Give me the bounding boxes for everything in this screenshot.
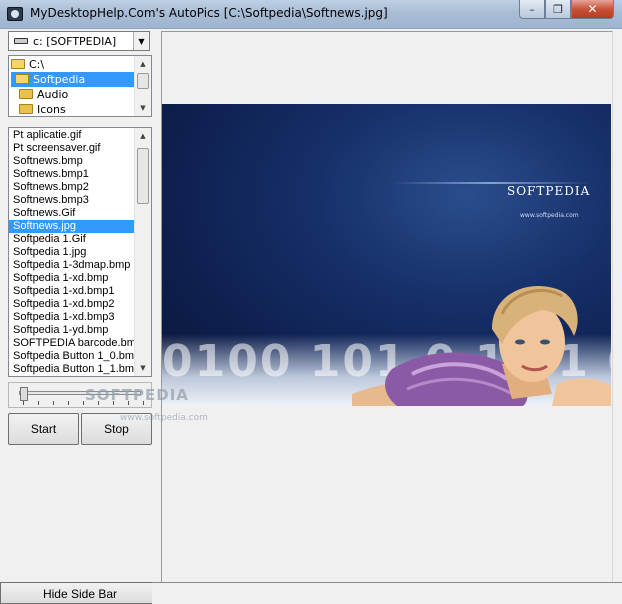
file-list-item[interactable]: Softpedia 1-3dmap.bmp — [9, 259, 134, 272]
file-list-item[interactable]: Softnews.bmp2 — [9, 181, 134, 194]
scroll-thumb[interactable] — [137, 73, 149, 89]
start-button[interactable]: Start — [8, 413, 79, 445]
file-list-item[interactable]: Softnews.bmp1 — [9, 168, 134, 181]
scroll-down-icon[interactable]: ▼ — [135, 100, 151, 116]
folder-icon — [19, 89, 33, 99]
slider-tick — [53, 401, 54, 405]
minimize-button[interactable]: – — [519, 0, 545, 19]
folder-icon — [19, 104, 33, 114]
softpedia-watermark-url: www.softpedia.com — [120, 413, 208, 423]
slider-tick — [23, 401, 24, 405]
window-controls: – ❐ ✕ — [519, 0, 614, 19]
scroll-up-icon[interactable]: ▲ — [135, 128, 151, 144]
wallpaper-preview: SOFTPEDIA www.softpedia.com 0100 101 0 1… — [162, 104, 611, 406]
directory-list[interactable]: C:\ Softpedia Audio Icons ▲ ▼ — [8, 55, 152, 117]
directory-label: Softpedia — [33, 73, 86, 86]
drive-icon — [14, 38, 28, 44]
file-list-item[interactable]: Softnews.bmp3 — [9, 194, 134, 207]
file-list-item[interactable]: Softpedia 1-xd.bmp1 — [9, 285, 134, 298]
preview-url: www.softpedia.com — [520, 212, 579, 219]
close-button[interactable]: ✕ — [571, 0, 614, 19]
chevron-down-icon[interactable]: ▼ — [133, 32, 149, 50]
file-list-item[interactable]: Softpedia 1-yd.bmp — [9, 324, 134, 337]
window-title: MyDesktopHelp.Com's AutoPics [C:\Softped… — [30, 6, 388, 20]
drive-label: c: [SOFTPEDIA] — [33, 35, 117, 48]
scroll-thumb[interactable] — [137, 148, 149, 204]
file-list-item[interactable]: Softpedia Button 1_1.bmp — [9, 363, 134, 376]
directory-label: C:\ — [29, 58, 45, 71]
file-scrollbar[interactable]: ▲ ▼ — [134, 128, 151, 376]
camera-app-icon[interactable] — [7, 7, 23, 21]
directory-item-icons[interactable]: Icons — [19, 102, 70, 116]
directory-item-audio[interactable]: Audio — [19, 87, 72, 102]
slider-thumb[interactable] — [20, 387, 28, 401]
file-list-item[interactable]: Softnews.Gif — [9, 207, 134, 220]
file-list-item[interactable]: Softpedia 1.jpg — [9, 246, 134, 259]
slider-tick — [68, 401, 69, 405]
file-list-item[interactable]: Softnews.bmp — [9, 155, 134, 168]
status-strip — [152, 582, 622, 604]
slider-tick — [83, 401, 84, 405]
slider-tick — [38, 401, 39, 405]
directory-label: Audio — [37, 88, 69, 101]
file-list-item[interactable]: Softpedia 1-xd.bmp2 — [9, 298, 134, 311]
portrait-illustration — [352, 285, 611, 406]
file-list-item[interactable]: SOFTPEDIA barcode.bmp — [9, 337, 134, 350]
directory-scrollbar[interactable]: ▲ ▼ — [134, 56, 151, 116]
title-bar[interactable]: MyDesktopHelp.Com's AutoPics [C:\Softped… — [0, 0, 622, 29]
file-list-item[interactable]: Softpedia 1.Gif — [9, 233, 134, 246]
directory-label: Icons — [37, 103, 66, 116]
file-list-item[interactable]: Pt screensaver.gif — [9, 142, 134, 155]
folder-open-icon — [15, 74, 29, 84]
file-list-item[interactable]: Softpedia 1-xd.bmp — [9, 272, 134, 285]
hide-sidebar-button[interactable]: Hide Side Bar — [0, 582, 160, 604]
file-list[interactable]: Pt aplicatie.gif Pt screensaver.gif Softne… — [8, 127, 152, 377]
scroll-down-icon[interactable]: ▼ — [135, 360, 151, 376]
directory-item-root[interactable]: C:\ — [11, 57, 48, 72]
drive-select[interactable]: c: [SOFTPEDIA] ▼ — [8, 31, 150, 51]
scroll-up-icon[interactable]: ▲ — [135, 56, 151, 72]
preview-logo: SOFTPEDIA — [507, 184, 591, 198]
softpedia-watermark: SOFTPEDIA — [85, 386, 189, 404]
file-list-item[interactable]: Softnews.jpg — [9, 220, 134, 233]
folder-open-icon — [11, 59, 25, 69]
directory-item-softpedia[interactable]: Softpedia — [11, 72, 134, 87]
file-list-items: Pt aplicatie.gif Pt screensaver.gif Softne… — [9, 129, 134, 376]
file-list-item[interactable]: Softpedia Button 1_0.bmp — [9, 350, 134, 363]
file-list-item[interactable]: Softpedia 1-xd.bmp3 — [9, 311, 134, 324]
file-list-item[interactable]: Pt aplicatie.gif — [9, 129, 134, 142]
restore-button[interactable]: ❐ — [545, 0, 571, 19]
